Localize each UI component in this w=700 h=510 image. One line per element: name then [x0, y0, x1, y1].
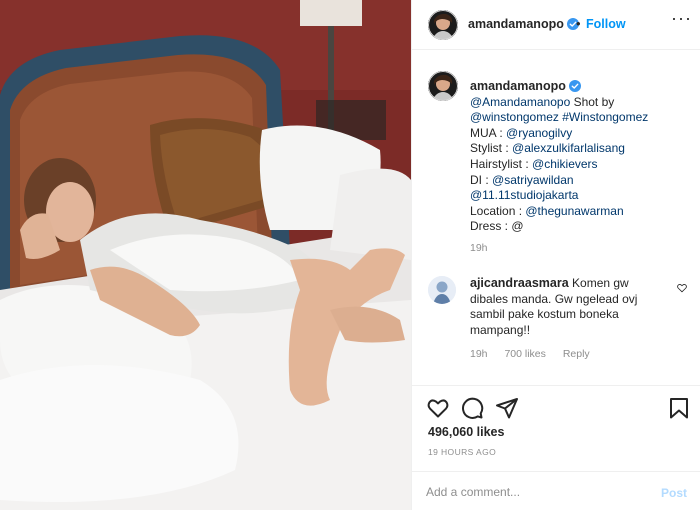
caption-line: Stylist : @alexzulkifarlalisang: [470, 141, 692, 157]
caption-link[interactable]: @11.11studiojakarta: [470, 188, 578, 202]
post-comment-button[interactable]: Post: [661, 486, 687, 500]
caption-line: Dress : @: [470, 219, 692, 235]
caption-line: DI : @satriyawildan: [470, 173, 692, 189]
commenter-avatar[interactable]: [428, 276, 456, 304]
post-header: amandamanopo • Follow ···: [412, 0, 700, 50]
caption-line: @winstongomez #Winstongomez: [470, 110, 692, 126]
verified-badge-icon: [568, 80, 581, 92]
follow-button[interactable]: Follow: [586, 17, 626, 31]
caption-text-fragment: MUA :: [470, 125, 507, 140]
caption-time[interactable]: 19h: [470, 241, 692, 257]
likes-count[interactable]: 496,060 likes: [428, 425, 504, 439]
caption-line: @Amandamanopo Shot by: [470, 95, 692, 111]
author-username[interactable]: amandamanopo: [468, 17, 579, 31]
comment-line-2: dibales manda. Gw ngelead ovj: [470, 291, 638, 306]
reply-button[interactable]: Reply: [563, 348, 590, 360]
caption-line: @11.11studiojakarta: [470, 188, 692, 204]
caption-link[interactable]: @winstongomez: [470, 110, 559, 124]
caption-body: amandamanopo @Amandamanopo Shot by @winst…: [470, 79, 692, 257]
save-icon[interactable]: [667, 396, 691, 420]
more-options-icon[interactable]: ···: [671, 9, 691, 30]
caption-link[interactable]: @Amandamanopo: [470, 95, 570, 109]
comment-line-4: mampang!!: [470, 322, 531, 337]
caption-text-fragment: Shot by: [570, 94, 615, 109]
caption-link[interactable]: @alexzulkifarlalisang: [512, 141, 625, 155]
comment-input[interactable]: [426, 481, 646, 503]
share-icon[interactable]: [495, 396, 519, 420]
author-avatar[interactable]: [428, 10, 458, 40]
comment-likes[interactable]: 700 likes: [504, 348, 545, 360]
caption-link[interactable]: @ryanogilvy: [506, 126, 572, 140]
caption-link[interactable]: @thegunawarman: [525, 204, 623, 218]
heart-icon[interactable]: [426, 396, 450, 420]
post-photo[interactable]: [0, 0, 411, 510]
author-username-text[interactable]: amandamanopo: [468, 17, 564, 31]
caption-username[interactable]: amandamanopo: [470, 79, 566, 93]
comment-line-3: sambil pake kostum boneka: [470, 307, 619, 322]
caption-text-fragment: Hairstylist :: [470, 156, 533, 171]
post-timestamp[interactable]: 19 HOURS AGO: [428, 447, 496, 457]
caption-text: @Amandamanopo Shot by @winstongomez #Wins…: [470, 95, 692, 235]
caption-text-fragment: Stylist :: [470, 141, 513, 156]
caption-line: Hairstylist : @chikievers: [470, 157, 692, 173]
instagram-post-modal: amandamanopo • Follow ··· amandamanopo @…: [0, 0, 700, 510]
add-comment-bar: Post: [412, 471, 700, 510]
caption-line: MUA : @ryanogilvy: [470, 126, 692, 142]
comment-meta: 19h 700 likes Reply: [470, 348, 604, 360]
caption-link[interactable]: @satriyawildan: [492, 173, 574, 187]
commenter-username[interactable]: ajicandraasmara: [470, 276, 569, 290]
caption-link[interactable]: #Winstongomez: [562, 110, 648, 124]
header-separator: •: [576, 16, 581, 31]
comment-like-heart-icon[interactable]: [677, 283, 687, 293]
caption-avatar[interactable]: [428, 71, 458, 101]
caption-text-fragment: Dress : @: [470, 219, 524, 234]
comment-line-1: Komen gw: [572, 276, 629, 290]
comment-body: ajicandraasmara Komen gw dibales manda. …: [470, 276, 678, 338]
comment-time[interactable]: 19h: [470, 348, 488, 360]
avatar-image: [428, 276, 456, 304]
caption-text-fragment: Location :: [470, 203, 526, 218]
photo-illustration: [0, 0, 411, 510]
caption-text-fragment: DI :: [470, 172, 493, 187]
caption-link[interactable]: @chikievers: [532, 157, 598, 171]
post-side-panel: amandamanopo • Follow ··· amandamanopo @…: [411, 0, 700, 510]
comment-icon[interactable]: [460, 396, 484, 420]
caption-line: Location : @thegunawarman: [470, 204, 692, 220]
